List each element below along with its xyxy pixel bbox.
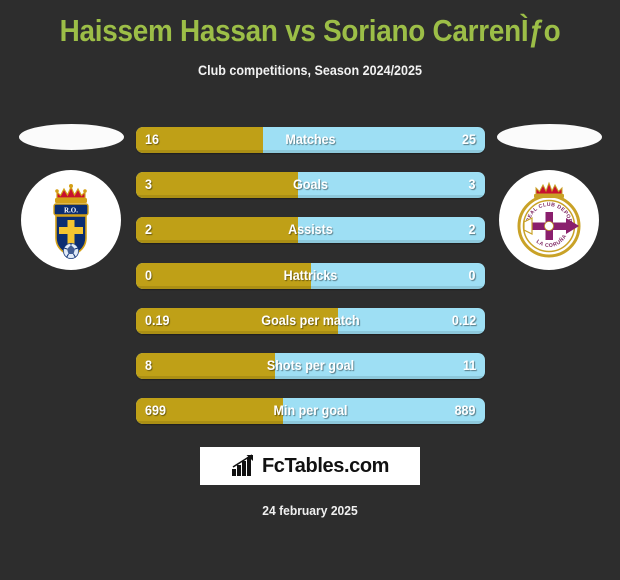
stat-row: 16 Matches 25 [136, 127, 485, 153]
right-team-crest[interactable]: REAL CLUB DEPORTIVO LA CORUÑA [499, 170, 599, 270]
stat-right-value: 0.12 [451, 312, 476, 328]
stat-label: Assists [288, 222, 333, 238]
fctables-logo-text: FcTables.com [261, 455, 390, 477]
stat-right-value: 2 [469, 222, 476, 238]
stat-label: Shots per goal [266, 358, 355, 373]
stat-label: Matches [285, 132, 336, 147]
stat-right-value: 889 [455, 403, 476, 419]
stat-label: Min per goal [273, 403, 348, 419]
page-subtitle: Club competitions, Season 2024/2025 [198, 63, 422, 78]
page-title: Haissem Hassan vs Soriano CarrenÌƒo [59, 13, 561, 48]
left-team-crest[interactable]: R.O. [21, 170, 121, 270]
fctables-logo[interactable]: FcTables.com [200, 447, 420, 485]
stat-row: 0 Hattricks 0 [136, 262, 485, 289]
stat-row: 0.19 Goals per match 0.12 [136, 307, 485, 334]
deportivo-la-coruna-crest-icon: REAL CLUB DEPORTIVO LA CORUÑA [499, 170, 581, 258]
stat-label: Goals [293, 177, 328, 193]
bar-chart-arrow-icon [231, 454, 253, 476]
left-crest-ellipse-cap [19, 124, 124, 150]
stat-row: 2 Assists 2 [136, 217, 485, 244]
stat-right-value: 25 [462, 132, 476, 147]
stat-row: 699 Min per goal 889 [136, 398, 485, 425]
stat-right-value: 11 [462, 358, 476, 373]
right-crest-disc: REAL CLUB DEPORTIVO LA CORUÑA [499, 170, 599, 270]
report-date: 24 february 2025 [262, 503, 358, 518]
stat-right-value: 3 [469, 177, 476, 193]
stat-right-value: 0 [469, 267, 476, 283]
stat-comparison-card: Haissem Hassan vs Soriano CarrenÌƒo Club… [0, 0, 620, 580]
stat-row: 3 Goals 3 [136, 172, 485, 199]
stat-label: Hattricks [283, 267, 338, 283]
real-oviedo-crest-icon: R.O. [53, 184, 89, 259]
right-crest-ellipse-cap [497, 124, 602, 150]
svg-text:R.O.: R.O. [64, 207, 78, 215]
stat-row: 8 Shots per goal 11 [136, 353, 485, 379]
left-crest-disc: R.O. [21, 170, 121, 270]
stat-label: Goals per match [261, 312, 360, 328]
